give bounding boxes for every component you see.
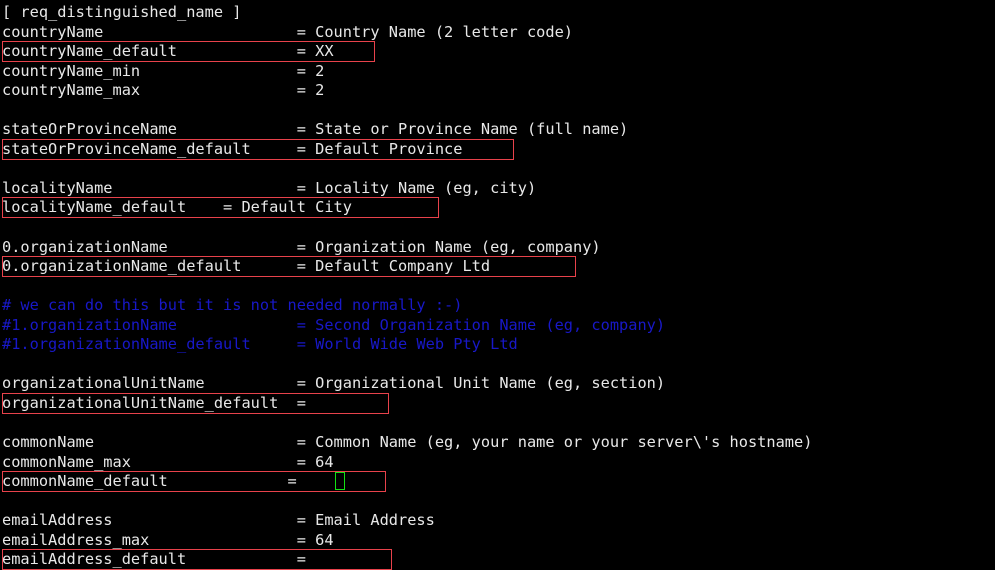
line-comment-note[interactable]: # we can do this but it is not needed no…: [2, 296, 995, 316]
line-commonname[interactable]: commonName = Common Name (eg, your name …: [2, 433, 995, 453]
line-countryname[interactable]: countryName = Country Name (2 letter cod…: [2, 23, 995, 43]
line-organizationalunitname-default-text: organizationalUnitName_default =: [2, 393, 306, 412]
line-commonname-default-text: commonName_default =: [2, 472, 297, 491]
line-countryname-default-text: countryName_default = XX: [2, 42, 334, 61]
line-organizationname-default[interactable]: 0.organizationName_default = Default Com…: [2, 256, 995, 278]
line-organizationalunitname-text: organizationalUnitName = Organizational …: [2, 374, 666, 393]
line-countryname-max-text: countryName_max = 2: [2, 81, 325, 100]
line-organizationname-default-text: 0.organizationName_default = Default Com…: [2, 257, 491, 276]
terminal-text-area[interactable]: [ req_distinguished_name ] countryName = …: [0, 0, 995, 570]
line-comment-org1-text: #1.organizationName = Second Organizatio…: [2, 315, 666, 334]
line-organizationname-text: 0.organizationName = Organization Name (…: [2, 237, 601, 256]
line-emailaddress-max-text: emailAddress_max = 64: [2, 530, 334, 549]
line-stateorprovincename-default-text: stateOrProvinceName_default = Default Pr…: [2, 139, 463, 158]
line-countryname-min[interactable]: countryName_min = 2: [2, 62, 995, 82]
line-comment-org1[interactable]: #1.organizationName = Second Organizatio…: [2, 316, 995, 336]
line-localityname[interactable]: localityName = Locality Name (eg, city): [2, 179, 995, 199]
line-stateorprovincename-text: stateOrProvinceName = State or Province …: [2, 120, 629, 139]
line-section-header-text: [ req_distinguished_name ]: [2, 3, 242, 21]
line-blank-3[interactable]: [2, 218, 995, 238]
line-emailaddress-default-text: emailAddress_default =: [2, 550, 306, 569]
line-countryname-text: countryName = Country Name (2 letter cod…: [2, 22, 573, 41]
line-emailaddress-max[interactable]: emailAddress_max = 64: [2, 531, 995, 551]
line-comment-org1-default[interactable]: #1.organizationName_default = World Wide…: [2, 335, 995, 355]
line-organizationalunitname[interactable]: organizationalUnitName = Organizational …: [2, 374, 995, 394]
line-comment-org1-default-text: #1.organizationName_default = World Wide…: [2, 335, 518, 354]
line-countryname-min-text: countryName_min = 2: [2, 61, 325, 80]
line-blank-4[interactable]: [2, 277, 995, 297]
line-blank-7[interactable]: [2, 492, 995, 512]
line-section-header[interactable]: [ req_distinguished_name ]: [2, 3, 995, 23]
line-emailaddress-default[interactable]: emailAddress_default =: [2, 549, 995, 570]
line-commonname-text: commonName = Common Name (eg, your name …: [2, 433, 813, 452]
line-comment-note-text: # we can do this but it is not needed no…: [2, 296, 463, 315]
line-organizationalunitname-default[interactable]: organizationalUnitName_default =: [2, 392, 995, 414]
line-blank-5[interactable]: [2, 355, 995, 375]
line-emailaddress[interactable]: emailAddress = Email Address: [2, 511, 995, 531]
line-countryname-default[interactable]: countryName_default = XX: [2, 41, 995, 63]
line-commonname-default[interactable]: commonName_default =: [2, 471, 995, 493]
line-countryname-max[interactable]: countryName_max = 2: [2, 81, 995, 101]
line-stateorprovincename-default[interactable]: stateOrProvinceName_default = Default Pr…: [2, 138, 995, 160]
text-cursor: [335, 472, 346, 491]
line-localityname-default[interactable]: localityName_default = Default City: [2, 197, 995, 219]
line-blank-2[interactable]: [2, 159, 995, 179]
line-stateorprovincename[interactable]: stateOrProvinceName = State or Province …: [2, 120, 995, 140]
line-emailaddress-text: emailAddress = Email Address: [2, 511, 435, 530]
line-localityname-text: localityName = Locality Name (eg, city): [2, 178, 537, 197]
line-localityname-default-text: localityName_default = Default City: [2, 198, 352, 217]
line-commonname-max[interactable]: commonName_max = 64: [2, 453, 995, 473]
line-commonname-max-text: commonName_max = 64: [2, 452, 334, 471]
line-blank-1[interactable]: [2, 101, 995, 121]
line-blank-6[interactable]: [2, 413, 995, 433]
line-organizationname[interactable]: 0.organizationName = Organization Name (…: [2, 238, 995, 258]
